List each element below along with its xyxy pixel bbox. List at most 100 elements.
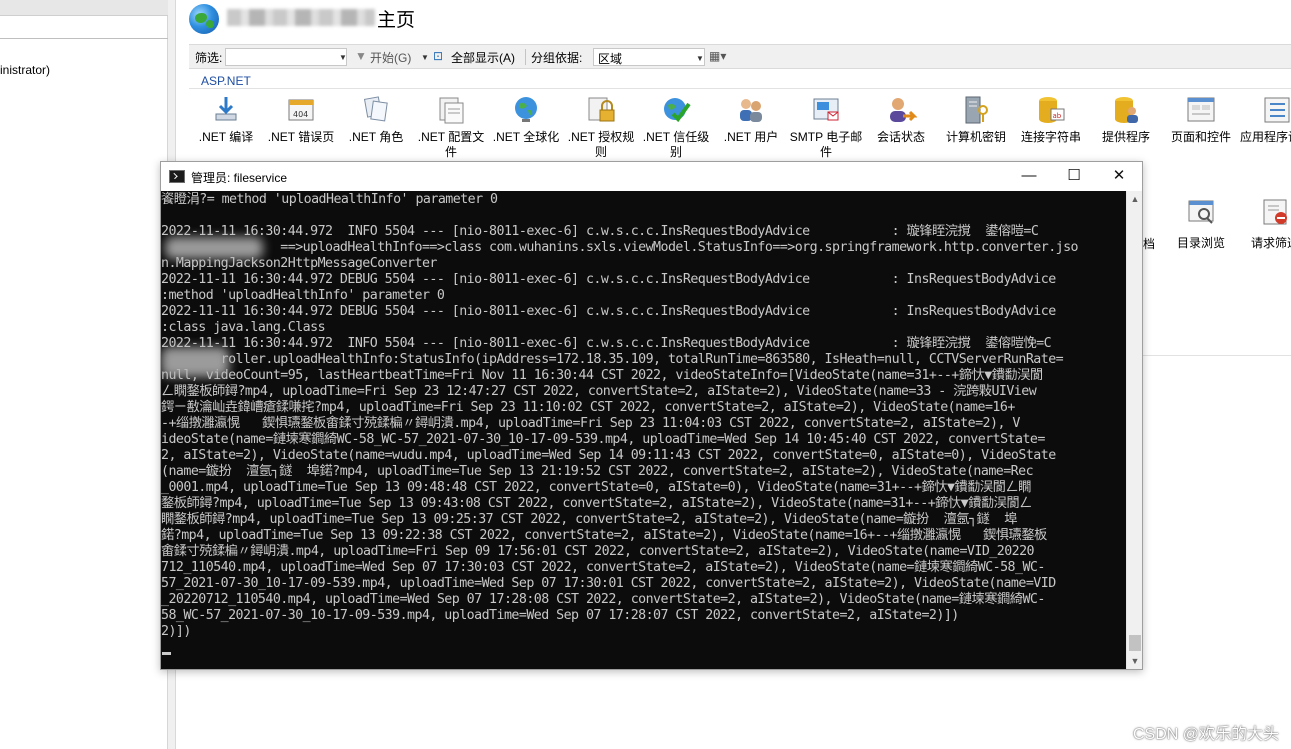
feature-label: .NET 编译	[198, 130, 254, 144]
redacted-server-name	[227, 9, 375, 26]
console-line: ideoState(name=鏈堜寒鐧綺WC-58_WC-57_2021-07-…	[161, 432, 1045, 447]
partial-feature-label: 档	[1143, 237, 1156, 251]
feature-smtp-email[interactable]: SMTP 电子邮件	[789, 94, 863, 160]
redacted-region	[165, 237, 263, 259]
watermark: CSDN @欢乐的大头	[1133, 726, 1280, 743]
connection-string-icon: ab	[1035, 94, 1067, 126]
feature-net-roles[interactable]: .NET 角色	[339, 94, 413, 145]
console-line: _20220712_110540.mp4, uploadTime=Wed Sep…	[161, 592, 1045, 607]
console-line: :class java.lang.Class	[161, 320, 326, 335]
feature-net-authorization[interactable]: .NET 授权规则	[564, 94, 638, 160]
group-by-select[interactable]: 区域 ▼	[593, 48, 705, 66]
feature-request-filtering[interactable]: 请求筛选	[1240, 196, 1291, 251]
feature-label: 提供程序	[1101, 130, 1150, 144]
filter-dropdown-arrow-icon[interactable]: ▼	[339, 53, 347, 62]
close-button[interactable]: ✕	[1096, 162, 1142, 191]
feature-label: .NET 授权规则	[567, 130, 635, 159]
toolbar-separator	[525, 49, 526, 65]
console-line: 2, aIState=2), VideoState(name=wudu.mp4,…	[161, 448, 1056, 463]
feature-net-users[interactable]: .NET 用户	[714, 94, 788, 145]
feature-label: 页面和控件	[1170, 130, 1231, 144]
feature-net-error-pages[interactable]: 404 .NET 错误页	[264, 94, 338, 145]
filter-input[interactable]	[225, 48, 347, 66]
minimize-button[interactable]: —	[1006, 162, 1052, 191]
error-404-icon: 404	[285, 94, 317, 126]
console-line: 餈瞪涓?= method 'uploadHealthInfo' paramete…	[161, 192, 498, 207]
feature-net-compilation[interactable]: .NET 编译	[189, 94, 263, 145]
chevron-down-icon: ▼	[696, 54, 704, 63]
connection-node-label[interactable]: inistrator)	[0, 63, 50, 77]
feature-providers[interactable]: 提供程序	[1089, 94, 1163, 145]
filter-label: 筛选:	[195, 51, 223, 65]
start-filter-button[interactable]: 开始(G)	[370, 49, 411, 66]
console-line: 712_110540.mp4, uploadTime=Wed Sep 07 17…	[161, 560, 1045, 575]
section-divider	[189, 88, 1291, 89]
feature-session-state[interactable]: 会话状态	[864, 94, 938, 145]
machine-key-icon	[960, 94, 992, 126]
start-dropdown-arrow-icon[interactable]: ▼	[421, 53, 429, 62]
feature-net-trust-levels[interactable]: .NET 信任级别	[639, 94, 713, 160]
feature-machine-key[interactable]: 计算机密钥	[939, 94, 1013, 145]
console-line: 2022-11-11 16:30:44.972 DEBUG 5504 --- […	[161, 304, 1056, 319]
section-divider	[1142, 355, 1291, 356]
feature-net-globalization[interactable]: .NET 全球化	[489, 94, 563, 145]
page-title: 主页	[377, 10, 416, 31]
console-title: 管理员: fileservice	[191, 171, 288, 185]
feature-label: .NET 角色	[348, 130, 404, 144]
console-line: :method 'uploadHealthInfo' parameter 0	[161, 288, 445, 303]
svg-text:404: 404	[293, 110, 308, 119]
redacted-region	[161, 347, 229, 377]
roles-icon	[360, 94, 392, 126]
feature-label: 计算机密钥	[945, 130, 1006, 144]
console-line: _0001.mp4, uploadTime=Tue Sep 13 09:48:4…	[161, 480, 1031, 495]
maximize-button[interactable]: ☐	[1051, 162, 1097, 191]
feature-pages-controls[interactable]: 页面和控件	[1164, 94, 1238, 145]
group-by-value: 区域	[598, 52, 623, 66]
console-text: 餈瞪涓?= method 'uploadHealthInfo' paramete…	[161, 192, 1079, 640]
connections-toolbar	[0, 0, 168, 16]
feature-label: .NET 全球化	[492, 130, 560, 144]
console-scrollbar[interactable]: ▲ ▼	[1126, 191, 1142, 669]
view-mode-icon[interactable]: ▦▾	[709, 49, 726, 63]
console-line: 2022-11-11 16:30:44.972 INFO 5504 --- [n…	[161, 336, 1052, 351]
console-line: 畬鍒寸殑鍒楄〃鐞岄潰.mp4, uploadTime=Fri Sep 09 17…	[161, 544, 1035, 559]
globe-icon	[510, 94, 542, 126]
text-cursor	[162, 652, 171, 655]
console-line: 2)])	[161, 624, 191, 639]
feature-directory-browsing[interactable]: 目录浏览	[1166, 196, 1236, 251]
console-line: 鍪板師鐞?mp4, uploadTime=Tue Sep 13 09:43:08…	[161, 496, 1032, 511]
feature-label: .NET 用户	[723, 130, 779, 144]
feature-label: 目录浏览	[1176, 236, 1225, 250]
console-line: 2022-11-11 16:30:44.972 INFO 5504 --- [n…	[161, 224, 1039, 239]
scroll-down-arrow-icon[interactable]: ▼	[1127, 653, 1143, 669]
connections-divider	[0, 38, 168, 39]
feature-label: 请求筛选	[1250, 236, 1291, 250]
directory-browse-icon	[1185, 196, 1217, 228]
filter-toolbar: 筛选: ▼ ▼ 开始(G) ▼ ⊡ 全部显示(A) 分组依据: 区域 ▼ ▦▾	[189, 44, 1291, 69]
feature-label: 应用程序设置	[1239, 130, 1291, 144]
show-all-button[interactable]: 全部显示(A)	[451, 49, 515, 66]
feature-label: 连接字符串	[1020, 130, 1081, 144]
feature-label: .NET 配置文件	[417, 130, 485, 159]
console-line: (name=鏇扮 澶氬┐鐩 埠鍩?mp4, uploadTime=Tue Sep…	[161, 464, 1034, 479]
app-settings-icon	[1260, 94, 1291, 126]
console-titlebar[interactable]: 管理员: fileservice — ☐ ✕	[161, 162, 1142, 191]
svg-text:ab: ab	[1053, 112, 1062, 120]
session-icon	[885, 94, 918, 126]
profile-icon	[435, 94, 467, 126]
console-line: 瞯鍪板師鐞?mp4, uploadTime=Tue Sep 13 09:25:3…	[161, 512, 1017, 527]
scroll-thumb[interactable]	[1129, 635, 1141, 651]
feature-app-settings[interactable]: 应用程序设置	[1239, 94, 1291, 145]
console-output[interactable]: 餈瞪涓?= method 'uploadHealthInfo' paramete…	[161, 191, 1126, 669]
console-window[interactable]: 管理员: fileservice — ☐ ✕ 餈瞪涓?= method 'upl…	[160, 161, 1143, 670]
providers-icon	[1110, 94, 1142, 126]
console-line: 2022-11-11 16:30:44.972 DEBUG 5504 --- […	[161, 272, 1056, 287]
console-line: 57_2021-07-30_10-17-09-539.mp4, uploadTi…	[161, 576, 1056, 591]
feature-net-profile[interactable]: .NET 配置文件	[414, 94, 488, 160]
pages-controls-icon	[1185, 94, 1217, 126]
scroll-up-arrow-icon[interactable]: ▲	[1127, 191, 1143, 207]
show-all-icon: ⊡	[433, 49, 444, 63]
feature-connection-strings[interactable]: ab 连接字符串	[1014, 94, 1088, 145]
console-line: roller.uploadHealthInfo:StatusInfo(ipAdd…	[161, 352, 1064, 367]
